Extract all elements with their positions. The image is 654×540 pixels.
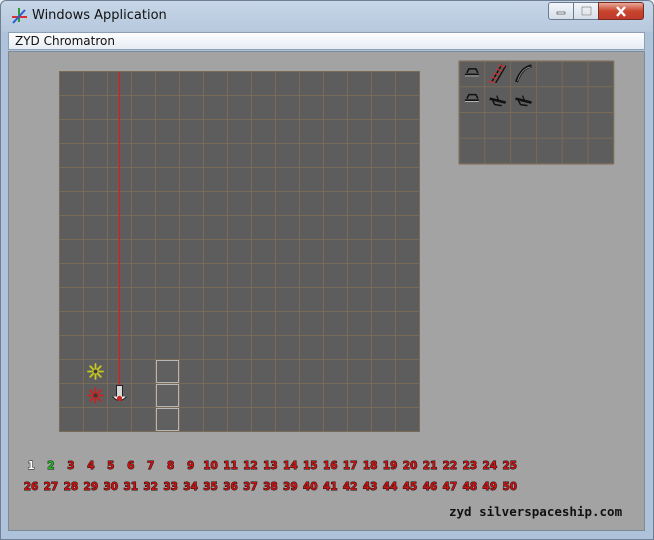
- level-button[interactable]: 1: [27, 460, 35, 473]
- level-button[interactable]: 29: [83, 481, 99, 494]
- level-button[interactable]: 48: [462, 481, 478, 494]
- block-face: [156, 384, 179, 407]
- level-button[interactable]: 3: [67, 460, 75, 473]
- level-button[interactable]: 13: [263, 460, 279, 473]
- level-button[interactable]: 26: [23, 481, 39, 494]
- level-button[interactable]: 33: [163, 481, 179, 494]
- level-button[interactable]: 8: [167, 460, 175, 473]
- level-button[interactable]: 50: [502, 481, 518, 494]
- board-grid: [59, 71, 420, 432]
- level-button[interactable]: 17: [342, 460, 358, 473]
- level-button[interactable]: 31: [123, 481, 139, 494]
- block-icon[interactable]: [156, 408, 179, 431]
- level-button[interactable]: 28: [63, 481, 79, 494]
- mirror-icon[interactable]: [464, 93, 479, 103]
- level-button[interactable]: 42: [342, 481, 358, 494]
- level-button[interactable]: 10: [203, 460, 219, 473]
- level-button[interactable]: 25: [502, 460, 518, 473]
- level-button[interactable]: 20: [402, 460, 418, 473]
- level-button[interactable]: 21: [422, 460, 438, 473]
- level-button[interactable]: 4: [87, 460, 95, 473]
- block-icon[interactable]: [156, 360, 179, 383]
- laser-emitter-icon[interactable]: [112, 385, 127, 402]
- level-button[interactable]: 35: [203, 481, 219, 494]
- block-face: [156, 360, 179, 383]
- target-star-icon[interactable]: [87, 387, 104, 404]
- level-button[interactable]: 45: [402, 481, 418, 494]
- level-button[interactable]: 30: [103, 481, 119, 494]
- level-button[interactable]: 43: [362, 481, 378, 494]
- level-button[interactable]: 34: [183, 481, 199, 494]
- level-button[interactable]: 46: [422, 481, 438, 494]
- target-star-icon[interactable]: [87, 363, 104, 380]
- mirror-frame: [466, 93, 479, 99]
- level-button[interactable]: 7: [147, 460, 155, 473]
- level-button[interactable]: 39: [283, 481, 299, 494]
- level-button[interactable]: 16: [322, 460, 338, 473]
- level-button[interactable]: 37: [243, 481, 259, 494]
- level-button[interactable]: 41: [322, 481, 338, 494]
- mirror-frame: [466, 68, 479, 74]
- emitter-barrel: [116, 385, 123, 398]
- level-button[interactable]: 5: [107, 460, 115, 473]
- ladder-icon[interactable]: [488, 64, 507, 84]
- level-button[interactable]: 36: [223, 481, 239, 494]
- level-button[interactable]: 11: [223, 460, 239, 473]
- level-button[interactable]: 12: [243, 460, 259, 473]
- block-icon[interactable]: [156, 384, 179, 407]
- level-button[interactable]: 18: [362, 460, 378, 473]
- curve-icon[interactable]: [515, 64, 532, 83]
- level-button[interactable]: 38: [263, 481, 279, 494]
- prism-icon[interactable]: [515, 95, 532, 107]
- level-button[interactable]: 23: [462, 460, 478, 473]
- level-button[interactable]: 19: [382, 460, 398, 473]
- palette-grid: [458, 60, 615, 165]
- mirror-icon[interactable]: [464, 68, 479, 77]
- level-button[interactable]: 49: [482, 481, 498, 494]
- curve-arc: [515, 64, 532, 83]
- block-face: [156, 408, 179, 431]
- level-button[interactable]: 47: [442, 481, 458, 494]
- star-core: [92, 368, 99, 375]
- credit-text: zyd silverspaceship.com: [449, 504, 623, 519]
- level-button[interactable]: 40: [303, 481, 319, 494]
- prism-icon[interactable]: [489, 95, 507, 107]
- level-button[interactable]: 15: [303, 460, 319, 473]
- level-button[interactable]: 24: [482, 460, 498, 473]
- level-button[interactable]: 22: [442, 460, 458, 473]
- emitter-light: [116, 395, 123, 402]
- star-core: [92, 392, 99, 399]
- level-button[interactable]: 9: [186, 460, 194, 473]
- level-button[interactable]: 14: [283, 460, 299, 473]
- game-canvas: 1 2 3 4 5 6 7 8 9 10 11 12 13 14 15 16 17 18 19 20 21 22 23 24 2…: [23, 60, 615, 494]
- level-button[interactable]: 2: [47, 460, 55, 473]
- level-button[interactable]: 27: [43, 481, 59, 494]
- level-button[interactable]: 6: [127, 460, 135, 473]
- level-button[interactable]: 44: [382, 481, 398, 494]
- level-button[interactable]: 32: [143, 481, 159, 494]
